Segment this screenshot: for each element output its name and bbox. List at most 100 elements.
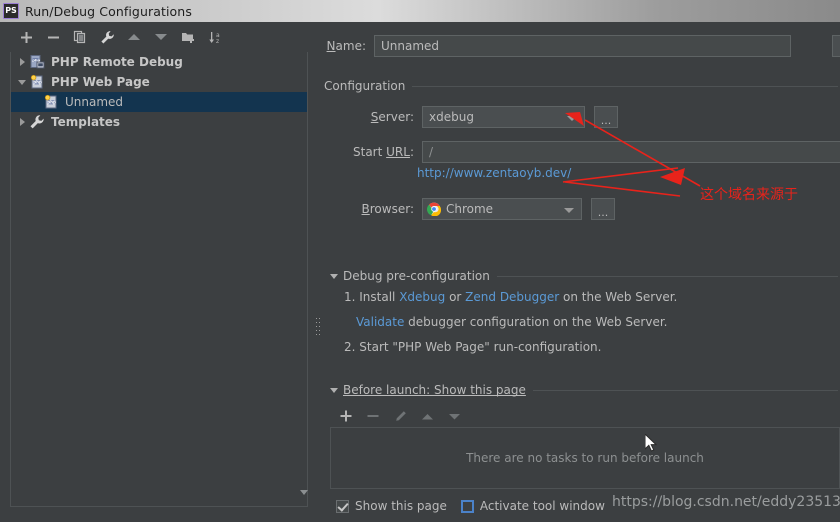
xdebug-link[interactable]: Xdebug bbox=[399, 290, 445, 304]
blog-watermark: https://blog.csdn.net/eddy23513 bbox=[612, 494, 840, 510]
browser-browse-button[interactable]: ... bbox=[591, 198, 615, 220]
edit-task-button bbox=[388, 404, 412, 428]
tree-item-php-remote-debug[interactable]: php PHP Remote Debug bbox=[11, 52, 307, 72]
arrow-up-icon bbox=[128, 34, 140, 40]
phpstorm-app-icon: PS bbox=[3, 3, 19, 19]
plus-icon bbox=[340, 410, 352, 422]
start-url-row: Start URL: / bbox=[324, 141, 840, 163]
move-down-button[interactable] bbox=[149, 25, 173, 49]
debug-preconfig-label: Debug pre-configuration bbox=[343, 269, 490, 283]
before-launch-label: Before launch: Show this page bbox=[343, 383, 526, 397]
sort-configurations-button[interactable]: a z bbox=[203, 25, 227, 49]
server-value: xdebug bbox=[429, 110, 474, 124]
remove-configuration-button[interactable] bbox=[41, 25, 65, 49]
debug-step-2: 2. Start "PHP Web Page" run-configuratio… bbox=[344, 340, 602, 354]
group-divider bbox=[412, 85, 838, 87]
move-task-up-button bbox=[415, 404, 439, 428]
launch-options-row: Show this page Activate tool window bbox=[336, 499, 605, 513]
step1-prefix: 1. Install bbox=[344, 290, 400, 304]
before-launch-tasks-list[interactable]: There are no tasks to run before launch bbox=[330, 427, 840, 489]
php-web-page-icon: php bbox=[29, 74, 47, 90]
collapse-triangle-icon[interactable] bbox=[330, 273, 338, 279]
tree-item-unnamed[interactable]: php Unnamed bbox=[11, 92, 307, 112]
browser-label: Browser: bbox=[361, 202, 414, 216]
tree-item-label: Templates bbox=[51, 115, 121, 129]
panel-splitter[interactable] bbox=[316, 318, 321, 340]
svg-text:z: z bbox=[216, 38, 219, 45]
show-this-page-checkbox[interactable] bbox=[336, 499, 349, 513]
minus-icon bbox=[47, 36, 59, 38]
resolved-url-link[interactable]: http://www.zentaoyb.dev/ bbox=[417, 166, 571, 180]
zend-debugger-link[interactable]: Zend Debugger bbox=[465, 290, 559, 304]
tree-item-templates[interactable]: Templates bbox=[11, 112, 307, 132]
tree-item-label: Unnamed bbox=[65, 95, 124, 109]
empty-tasks-message: There are no tasks to run before launch bbox=[466, 451, 704, 465]
debug-step-1: 1. Install Xdebug or Zend Debugger on th… bbox=[344, 290, 677, 304]
sort-az-icon: a z bbox=[208, 31, 220, 45]
folder-add-icon bbox=[181, 33, 194, 43]
resolved-url-text: http://www.zentaoyb.dev/ bbox=[417, 166, 572, 180]
copy-configuration-button[interactable] bbox=[68, 25, 92, 49]
activate-tool-window-checkbox[interactable] bbox=[460, 499, 474, 513]
start-url-input[interactable]: / bbox=[422, 141, 840, 163]
server-browse-button[interactable]: ... bbox=[594, 106, 618, 128]
start-url-label: Start URL: bbox=[353, 145, 414, 159]
before-launch-toolbar bbox=[334, 404, 469, 428]
debug-preconfig-group-title[interactable]: Debug pre-configuration bbox=[330, 269, 838, 283]
arrow-down-icon bbox=[155, 34, 167, 40]
minus-icon bbox=[367, 415, 379, 417]
configuration-group-label: Configuration bbox=[324, 79, 406, 93]
step1-suffix: on the Web Server. bbox=[559, 290, 678, 304]
tree-collapse-all-icon[interactable] bbox=[300, 490, 308, 495]
php-web-page-icon: php bbox=[43, 94, 61, 110]
server-label: Server: bbox=[370, 110, 414, 124]
title-bar: PS Run/Debug Configurations bbox=[0, 0, 840, 22]
chevron-down-icon bbox=[564, 208, 574, 213]
configuration-group-title: Configuration bbox=[324, 79, 838, 93]
add-configuration-button[interactable] bbox=[14, 25, 38, 49]
browser-row: Browser: Chrome ... bbox=[324, 198, 615, 220]
arrow-up-icon bbox=[421, 413, 433, 419]
collapse-triangle-icon[interactable] bbox=[330, 387, 338, 393]
svg-text:php: php bbox=[47, 100, 56, 105]
copy-icon bbox=[73, 30, 86, 44]
move-up-button[interactable] bbox=[122, 25, 146, 49]
group-divider bbox=[496, 275, 838, 277]
configurations-toolbar: a z bbox=[0, 22, 318, 52]
debug-step-1b: Validate debugger configuration on the W… bbox=[356, 315, 668, 329]
tree-twisty-collapsed-icon[interactable] bbox=[15, 112, 29, 132]
name-input[interactable]: Unnamed bbox=[374, 35, 791, 57]
svg-text:php: php bbox=[33, 80, 42, 85]
wrench-icon bbox=[29, 114, 47, 130]
chevron-down-icon bbox=[567, 116, 577, 121]
dialog-body: a z php PHP Remote Debug php PHP Web Pag… bbox=[0, 22, 840, 522]
name-label: Name: bbox=[326, 39, 366, 53]
step1b-suffix: debugger configuration on the Web Server… bbox=[404, 315, 668, 329]
php-remote-debug-icon: php bbox=[29, 54, 47, 70]
tree-item-label: PHP Remote Debug bbox=[51, 55, 183, 69]
activate-tool-window-label: Activate tool window bbox=[479, 499, 605, 513]
edit-templates-button[interactable] bbox=[95, 25, 119, 49]
server-combobox[interactable]: xdebug bbox=[422, 106, 585, 128]
browser-combobox[interactable]: Chrome bbox=[422, 198, 582, 220]
validate-link[interactable]: Validate bbox=[356, 315, 404, 329]
name-row-edge-button[interactable] bbox=[832, 35, 840, 57]
tree-item-label: PHP Web Page bbox=[51, 75, 150, 89]
configuration-editor-panel: Name: Unnamed Configuration Server: xdeb… bbox=[322, 22, 840, 522]
show-this-page-label: Show this page bbox=[355, 499, 447, 513]
name-row: Name: Unnamed bbox=[324, 35, 791, 57]
wrench-icon bbox=[100, 30, 114, 43]
plus-icon bbox=[20, 31, 32, 43]
new-folder-button[interactable] bbox=[176, 25, 200, 49]
add-task-button[interactable] bbox=[334, 404, 358, 428]
remove-task-button bbox=[361, 404, 385, 428]
tree-item-php-web-page[interactable]: php PHP Web Page bbox=[11, 72, 307, 92]
arrow-down-icon bbox=[448, 413, 460, 419]
before-launch-group-title[interactable]: Before launch: Show this page bbox=[330, 383, 838, 397]
tree-twisty-expanded-icon[interactable] bbox=[15, 72, 29, 92]
tree-twisty-collapsed-icon[interactable] bbox=[15, 52, 29, 72]
annotation-note-cn: 这个域名来源于 bbox=[700, 187, 798, 203]
run-debug-configurations-dialog: PS Run/Debug Configurations a z php PHP … bbox=[0, 0, 840, 522]
configurations-tree[interactable]: php PHP Remote Debug php PHP Web Page ph… bbox=[10, 52, 308, 507]
